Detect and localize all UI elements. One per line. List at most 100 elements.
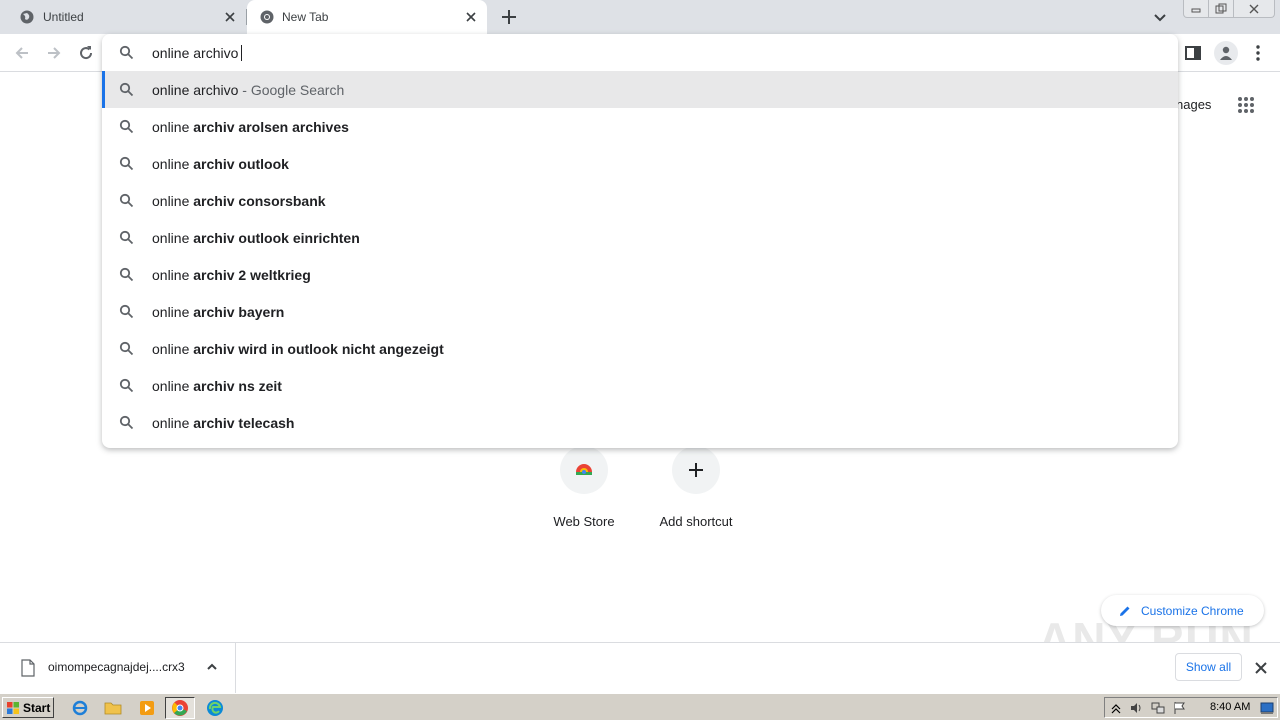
tab-title: New Tab — [282, 10, 329, 24]
restore-button[interactable] — [1208, 0, 1234, 18]
media-player-icon — [140, 701, 154, 715]
suggestion-text: online archiv arolsen archives — [152, 119, 349, 135]
forward-button[interactable] — [43, 42, 65, 64]
suggestion-item[interactable]: online archiv ns zeit — [102, 367, 1178, 404]
suggestion-text: online archiv outlook einrichten — [152, 230, 360, 246]
close-icon[interactable] — [222, 9, 238, 25]
suggestion-item[interactable]: online archiv outlook einrichten — [102, 219, 1178, 256]
tray-expand-icon[interactable] — [1109, 701, 1123, 715]
show-all-button[interactable]: Show all — [1175, 653, 1242, 681]
chrome-icon — [260, 10, 274, 24]
close-icon[interactable] — [1254, 661, 1268, 675]
suggestion-text: online archiv outlook — [152, 156, 289, 172]
taskbar-edge[interactable] — [205, 698, 225, 718]
search-icon — [119, 193, 134, 208]
download-bar: oimompecagnajdej....crx3 Show all — [0, 642, 1280, 693]
search-icon — [119, 415, 134, 430]
suggestion-prefix: online — [152, 156, 194, 172]
suggestion-completion: archiv arolsen archives — [193, 119, 349, 135]
shortcut-web-store[interactable]: Web Store — [528, 446, 640, 529]
shortcut-add[interactable]: Add shortcut — [640, 446, 752, 529]
suggestion-completion: archiv outlook einrichten — [193, 230, 360, 246]
suggestion-item[interactable]: online archiv bayern — [102, 293, 1178, 330]
taskbar-explorer[interactable] — [103, 698, 123, 718]
suggestion-suffix: - Google Search — [238, 82, 345, 98]
suggestion-completion: archiv 2 weltkrieg — [193, 267, 311, 283]
suggestion-prefix: online — [152, 415, 194, 431]
search-icon — [119, 267, 134, 282]
minimize-button[interactable] — [1183, 0, 1209, 18]
search-icon — [119, 45, 134, 60]
close-icon[interactable] — [463, 9, 479, 25]
suggestion-item[interactable]: online archiv arolsen archives — [102, 108, 1178, 145]
windows-logo-icon — [7, 701, 19, 714]
tab-new-tab[interactable]: New Tab — [247, 0, 487, 34]
plus-icon — [689, 463, 703, 477]
window-close-button[interactable] — [1233, 0, 1275, 18]
show-desktop-icon[interactable] — [1260, 701, 1274, 715]
search-icon — [119, 82, 134, 97]
taskbar-media-player[interactable] — [137, 698, 157, 718]
apps-grid-icon[interactable] — [1236, 95, 1256, 115]
suggestion-item[interactable]: online archiv consorsbank — [102, 182, 1178, 219]
chevron-up-icon[interactable] — [205, 660, 219, 674]
download-filename: oimompecagnajdej....crx3 — [48, 660, 185, 674]
customize-label: Customize Chrome — [1141, 603, 1244, 618]
new-tab-plus-icon[interactable] — [499, 7, 519, 27]
system-tray: 8:40 AM — [1104, 697, 1278, 718]
search-icon — [119, 156, 134, 171]
suggestion-item[interactable]: online archiv 2 weltkrieg — [102, 256, 1178, 293]
minimize-icon — [1191, 8, 1201, 12]
profile-button[interactable] — [1214, 41, 1238, 65]
download-item[interactable]: oimompecagnajdej....crx3 — [0, 643, 236, 693]
start-button[interactable]: Start — [2, 697, 54, 718]
network-icon[interactable] — [1151, 701, 1165, 715]
suggestion-text: online archiv ns zeit — [152, 378, 282, 394]
restore-icon — [1215, 3, 1227, 13]
suggestion-completion: archiv wird in outlook nicht angezeigt — [193, 341, 444, 357]
images-link[interactable]: nages — [1176, 97, 1211, 112]
reload-icon — [80, 46, 93, 60]
shortcut-label: Add shortcut — [659, 514, 733, 529]
suggestion-text: online archiv 2 weltkrieg — [152, 267, 311, 283]
back-button[interactable] — [11, 42, 33, 64]
taskbar-clock: 8:40 AM — [1210, 701, 1251, 713]
suggestion-item[interactable]: online archiv wird in outlook nicht ange… — [102, 330, 1178, 367]
suggestion-prefix: online archivo — [152, 82, 239, 98]
suggestion-prefix: online — [152, 119, 194, 135]
customize-chrome-button[interactable]: Customize Chrome — [1101, 595, 1264, 626]
suggestion-text: online archiv consorsbank — [152, 193, 326, 209]
taskbar-ie[interactable] — [70, 698, 90, 718]
tab-untitled[interactable]: Untitled — [0, 0, 246, 34]
volume-icon[interactable] — [1129, 701, 1143, 715]
suggestion-item[interactable]: online archiv telecash — [102, 404, 1178, 441]
suggestion-prefix: online — [152, 378, 194, 394]
internet-explorer-icon — [72, 700, 88, 716]
taskbar: Start 8:40 AM — [0, 693, 1280, 720]
tab-title: Untitled — [43, 10, 84, 24]
suggestion-text: online archiv bayern — [152, 304, 284, 320]
suggestion-completion: archiv consorsbank — [193, 193, 326, 209]
tab-strip: Untitled New Tab — [0, 0, 1280, 34]
search-icon — [119, 119, 134, 134]
taskbar-chrome[interactable] — [165, 697, 195, 719]
reload-button[interactable] — [75, 42, 97, 64]
suggestion-prefix: online — [152, 267, 194, 283]
close-icon — [1249, 4, 1259, 13]
suggestion-text: online archivo - Google Search — [152, 82, 344, 98]
suggestion-completion: archiv ns zeit — [193, 378, 282, 394]
suggestion-prefix: online — [152, 304, 194, 320]
omnibox-query: online archivo — [152, 45, 239, 61]
more-vert-icon[interactable] — [1250, 43, 1266, 63]
chevron-down-icon[interactable] — [1151, 8, 1169, 26]
side-panel-icon[interactable] — [1183, 43, 1203, 63]
suggestion-prefix: online — [152, 230, 194, 246]
suggestion-item[interactable]: online archivo - Google Search — [102, 71, 1178, 108]
selection-indicator — [102, 71, 105, 108]
omnibox-input[interactable]: online archivo — [152, 45, 243, 61]
globe-icon — [20, 10, 34, 24]
search-icon — [119, 378, 134, 393]
flag-icon[interactable] — [1173, 701, 1187, 715]
omnibox-input-row[interactable]: online archivo — [102, 34, 1178, 71]
suggestion-item[interactable]: online archiv outlook — [102, 145, 1178, 182]
